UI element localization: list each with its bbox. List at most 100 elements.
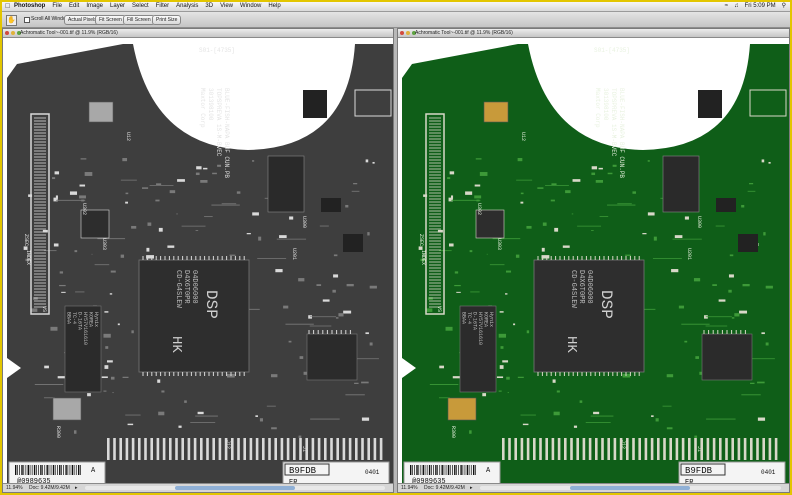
smd-component <box>469 430 472 434</box>
menu-file[interactable]: File <box>52 2 62 11</box>
connector-pin <box>619 438 623 460</box>
connector-pin <box>218 438 222 460</box>
document-window-left[interactable]: Achromatic Tool~-001.tif @ 11.9% (RGB/16… <box>2 28 394 493</box>
dsp-chip-line: 04D06000 <box>190 270 198 304</box>
smd-component <box>279 235 287 239</box>
connector-pin <box>367 438 370 460</box>
smd-component <box>333 274 339 278</box>
horizontal-scrollbar[interactable] <box>85 486 385 490</box>
fit-screen-button[interactable]: Fit Screen <box>95 15 126 25</box>
smd-component <box>728 274 734 278</box>
silkscreen-line: 301398100 <box>207 88 214 121</box>
menu-select[interactable]: Select <box>132 2 149 11</box>
connector-pin <box>688 438 691 460</box>
status-menu-arrow-icon[interactable]: ▸ <box>75 484 78 492</box>
connector-pin <box>125 438 129 460</box>
connector-pin <box>557 438 561 460</box>
component-label: U303 <box>101 238 107 250</box>
window-titlebar[interactable]: Achromatic Tool~-001.tif @ 11.9% (RGB/16… <box>398 29 789 38</box>
menu-layer[interactable]: Layer <box>110 2 125 11</box>
smd-component <box>59 271 64 274</box>
close-icon[interactable] <box>5 31 9 35</box>
connector-pin <box>286 438 290 460</box>
smd-component <box>103 333 111 338</box>
memory-chip-line: BBAA <box>461 312 467 324</box>
dsp-brand-text: HK <box>168 336 184 353</box>
status-menu-arrow-icon[interactable]: ▸ <box>470 484 473 492</box>
minimize-icon[interactable] <box>406 31 410 35</box>
smd-component <box>765 342 769 346</box>
silkscreen-line: 301398100 <box>602 88 609 121</box>
menu-view[interactable]: View <box>220 2 233 11</box>
fill-screen-button[interactable]: Fill Screen <box>123 15 155 25</box>
smd-component <box>125 192 129 195</box>
connector-pin <box>545 438 548 460</box>
smd-component <box>515 254 520 258</box>
connector-pin <box>162 438 166 460</box>
component-label: R300 <box>450 426 456 438</box>
window-titlebar[interactable]: Achromatic Tool~-001.tif @ 11.9% (RGB/16… <box>3 29 393 38</box>
smd-component <box>333 254 338 257</box>
smd-component <box>591 172 596 176</box>
minimize-icon[interactable] <box>11 31 15 35</box>
zoom-level[interactable]: 11.94% <box>401 484 418 492</box>
barcode-bar <box>473 465 475 475</box>
connector-pin <box>663 438 666 460</box>
smd-component <box>59 284 66 287</box>
smd-component <box>671 269 679 273</box>
smd-component <box>666 374 674 378</box>
apple-icon[interactable]:  <box>5 2 10 11</box>
spotlight-icon[interactable]: ⚲ <box>782 2 786 11</box>
connector-pin <box>533 438 536 460</box>
clock[interactable]: Fri 5:09 PM <box>745 2 776 11</box>
menu-analysis[interactable]: Analysis <box>176 2 198 11</box>
menu-app-photoshop[interactable]: Photoshop <box>14 2 45 11</box>
smd-component <box>369 285 377 289</box>
connector-pin <box>613 438 617 460</box>
menu-window[interactable]: Window <box>240 2 261 11</box>
smd-component <box>647 212 655 216</box>
status-bar: 11.94% Doc: 9.42M/9.42M ▸ <box>3 483 393 492</box>
smd-component <box>346 283 354 287</box>
connector-pin <box>348 438 352 460</box>
image-canvas[interactable]: DSP 04D06000 D4X6T0PR CD-G4SLEW HK Hynix KOREA… <box>3 38 393 487</box>
dsp-logo-text: DSP <box>597 290 615 319</box>
tantalum-capacitor <box>483 101 509 123</box>
smd-component <box>275 269 283 273</box>
smd-component <box>551 183 557 186</box>
horizontal-scrollbar[interactable] <box>480 486 781 490</box>
document-window-right[interactable]: Achromatic Tool~-001.tif @ 11.9% (RGB/16… <box>397 28 790 493</box>
menu-edit[interactable]: Edit <box>69 2 79 11</box>
barcode-bar <box>449 465 451 475</box>
hand-tool-icon[interactable]: ✋ <box>6 15 17 26</box>
barcode-bar <box>50 465 52 475</box>
connector-pin <box>570 438 573 460</box>
component-label: R300 <box>55 426 61 438</box>
menu-help[interactable]: Help <box>268 2 280 11</box>
menu-filter[interactable]: Filter <box>156 2 169 11</box>
smd-component <box>212 172 217 175</box>
scrollbar-thumb[interactable] <box>175 486 295 490</box>
scrollbar-thumb[interactable] <box>570 486 690 490</box>
scroll-all-checkbox[interactable] <box>24 17 30 23</box>
qfp-chip <box>306 333 358 381</box>
smd-component <box>513 323 516 326</box>
connector-pin <box>508 438 511 460</box>
smd-component <box>526 225 532 229</box>
smd-component <box>506 376 510 380</box>
close-icon[interactable] <box>400 31 404 35</box>
smd-component <box>367 232 370 236</box>
smd-component <box>556 390 560 393</box>
smd-component <box>335 317 339 319</box>
memory-chip-line: BBAA <box>66 312 72 324</box>
image-canvas[interactable]: DSP 04D06000 D4X6T0PR CD-G4SLEW HK Hynix KOREA… <box>398 38 789 487</box>
smd-component <box>44 365 49 369</box>
zoom-level[interactable]: 11.94% <box>6 484 23 492</box>
wifi-icon[interactable]: ≈ <box>725 2 728 11</box>
volume-icon[interactable]: ♫ <box>734 2 739 11</box>
menu-image[interactable]: Image <box>86 2 103 11</box>
print-size-button[interactable]: Print Size <box>152 15 182 25</box>
barcode-bar <box>42 465 43 475</box>
barcode-bar <box>458 465 459 475</box>
menu-3d[interactable]: 3D <box>205 2 213 11</box>
